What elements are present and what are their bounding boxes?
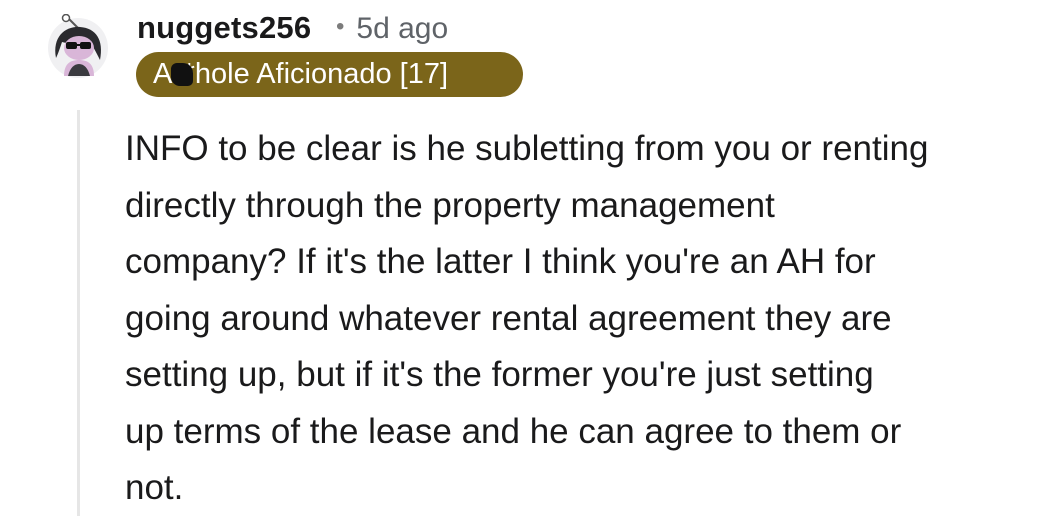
- comment-line: directly through the property management: [125, 185, 775, 225]
- snoo-avatar-icon: [48, 14, 108, 78]
- redaction-mark: [171, 63, 193, 86]
- comment-line: setting up, but if it's the former you'r…: [125, 355, 874, 394]
- separator-dot: •: [336, 13, 345, 40]
- user-avatar[interactable]: [46, 14, 110, 78]
- comment-line: up terms of the lease and he can agree t…: [125, 411, 902, 451]
- comment: nuggets256 • 5d ago A**hole Aficionado [1…: [0, 0, 1049, 516]
- comment-line: not.: [125, 468, 184, 507]
- username-link[interactable]: nuggets256: [137, 10, 311, 46]
- timestamp[interactable]: 5d ago: [356, 12, 448, 45]
- thread-collapse-line[interactable]: [77, 110, 80, 516]
- user-flair-badge: A**hole Aficionado [17]: [136, 52, 523, 97]
- comment-line: INFO to be clear is he subletting from y…: [125, 129, 929, 168]
- comment-line: company? If it's the latter I think you'…: [125, 242, 876, 281]
- comment-line: going around whatever rental agreement t…: [125, 298, 892, 338]
- comment-body: INFO to be clear is he subletting from y…: [125, 121, 1035, 517]
- comment-meta: • 5d ago: [336, 12, 448, 46]
